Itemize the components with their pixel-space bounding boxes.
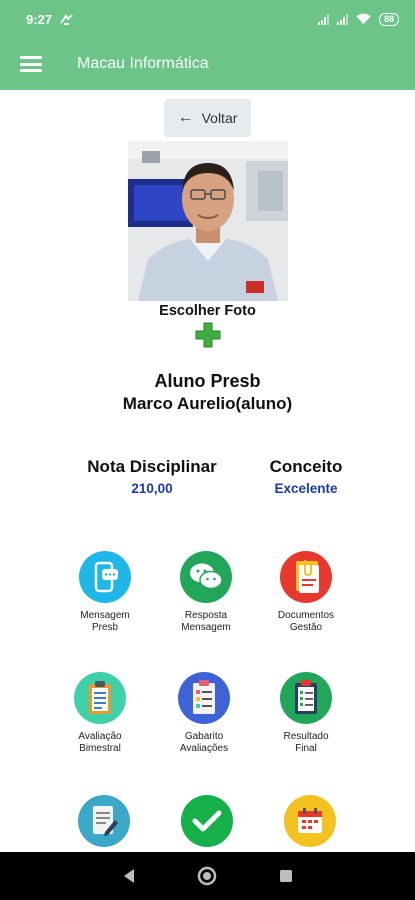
wechat-icon (180, 551, 232, 603)
menu-item-label-1: Resultado (283, 731, 329, 742)
checklist-icon (178, 672, 230, 724)
menu-item-label-2: Final (295, 743, 317, 754)
menu-item-resultado-final[interactable]: Resultado Final (256, 672, 356, 755)
discipline-grade-value: 210,00 (131, 481, 173, 496)
discipline-grade-title: Nota Disciplinar (87, 457, 217, 476)
menu-item-label-1: Gabarito (184, 731, 224, 742)
signal-icon (317, 13, 329, 25)
back-button-label: Voltar (201, 110, 238, 126)
menu-item-label-1: Documentos (277, 610, 335, 621)
concept-grade-value: Excelente (274, 481, 338, 496)
calendar-icon (284, 795, 336, 847)
signal-icon-2 (336, 13, 348, 25)
menu-item-label-2: Avaliações (179, 743, 229, 754)
result-clipboard-icon (280, 672, 332, 724)
menu-item-calendar[interactable] (260, 795, 360, 854)
battery-icon: 88 (378, 12, 399, 26)
student-photo-image (128, 141, 288, 301)
menu-item-resposta-mensagem[interactable]: Resposta Mensagem (156, 551, 256, 634)
check-icon (181, 795, 233, 847)
status-bar: 9:27 88 (0, 0, 415, 38)
plus-icon[interactable] (195, 322, 221, 348)
student-name: Marco Aurelio(aluno) (122, 394, 293, 413)
app-title: Macau Informática (77, 55, 209, 72)
menu-item-label-2: Gestão (289, 622, 323, 633)
menu-item-label-2: Bimestral (79, 743, 121, 754)
menu-item-label-1: Mensagem (80, 610, 130, 621)
nav-back-icon[interactable] (113, 860, 145, 892)
menu-icon[interactable] (20, 56, 42, 72)
menu-item-mensagem-presb[interactable]: Mensagem Presb (55, 551, 155, 634)
back-button[interactable]: ← Voltar (164, 99, 251, 137)
concept-grade: Conceito Excelente (246, 457, 366, 496)
menu-item-documentos-gestao[interactable]: Documentos Gestão (256, 551, 356, 634)
menu-item-avaliacao-bimestral[interactable]: Avaliação Bimestral (50, 672, 150, 755)
system-nav-bar (0, 852, 415, 900)
documents-icon (280, 551, 332, 603)
menu-item-gabarito-avaliacoes[interactable]: Gabarito Avaliações (154, 672, 254, 755)
menu-item-label-2: Presb (91, 622, 119, 633)
student-type: Aluno Presb (154, 371, 261, 391)
status-time: 9:27 (26, 11, 53, 27)
wifi-icon (356, 13, 371, 24)
menu-item-notes[interactable] (54, 795, 154, 854)
student-photo[interactable] (128, 141, 288, 301)
discipline-grade: Nota Disciplinar 210,00 (72, 457, 232, 496)
clipboard-icon (74, 672, 126, 724)
menu-item-label-2: Mensagem (181, 622, 231, 633)
notification-icon (60, 13, 73, 25)
app-bar: Macau Informática (0, 38, 415, 90)
phone-chat-icon (79, 551, 131, 603)
menu-item-label-1: Resposta (184, 610, 228, 621)
concept-grade-title: Conceito (269, 457, 343, 476)
nav-home-icon[interactable] (191, 860, 223, 892)
menu-item-check[interactable] (157, 795, 257, 854)
nav-recents-icon[interactable] (270, 860, 302, 892)
arrow-left-icon: ← (177, 109, 194, 126)
choose-photo-label[interactable]: Escolher Foto (0, 303, 415, 319)
note-edit-icon (78, 795, 130, 847)
menu-item-label-1: Avaliação (78, 731, 122, 742)
